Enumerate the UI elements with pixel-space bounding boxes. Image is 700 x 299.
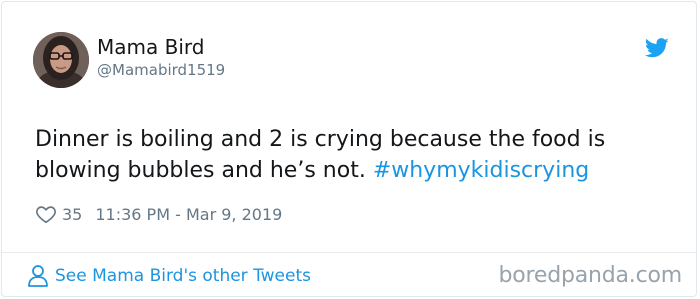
tweet-meta: 35 11:36 PM - Mar 9, 2019	[35, 201, 282, 227]
see-other-tweets-label: See Mama Bird's other Tweets	[55, 266, 311, 286]
tweet-text-line-1: Dinner is boiling and 2 is crying becaus…	[35, 127, 606, 152]
tweet-timestamp[interactable]: 11:36 PM - Mar 9, 2019	[95, 205, 282, 224]
heart-outline-icon[interactable]	[35, 203, 57, 225]
see-other-tweets-link[interactable]: See Mama Bird's other Tweets	[27, 264, 311, 288]
author-handle[interactable]: @Mamabird1519	[97, 61, 225, 79]
avatar-photo	[33, 32, 89, 88]
avatar[interactable]	[33, 32, 89, 88]
author-display-name[interactable]: Mama Bird	[97, 35, 204, 59]
person-icon	[28, 265, 48, 287]
tweet-card: Mama Bird @Mamabird1519 Dinner is boilin…	[1, 1, 697, 297]
tweet-text: Dinner is boiling and 2 is crying becaus…	[35, 124, 685, 186]
like-count[interactable]: 35	[62, 205, 82, 224]
watermark: boredpanda.com	[498, 263, 682, 288]
twitter-bird-icon[interactable]	[645, 38, 669, 58]
hashtag-link[interactable]: #whymykidiscrying	[373, 158, 589, 183]
footer-divider	[2, 252, 696, 253]
tweet-text-line-2: blowing bubbles and he’s not.	[35, 158, 373, 183]
